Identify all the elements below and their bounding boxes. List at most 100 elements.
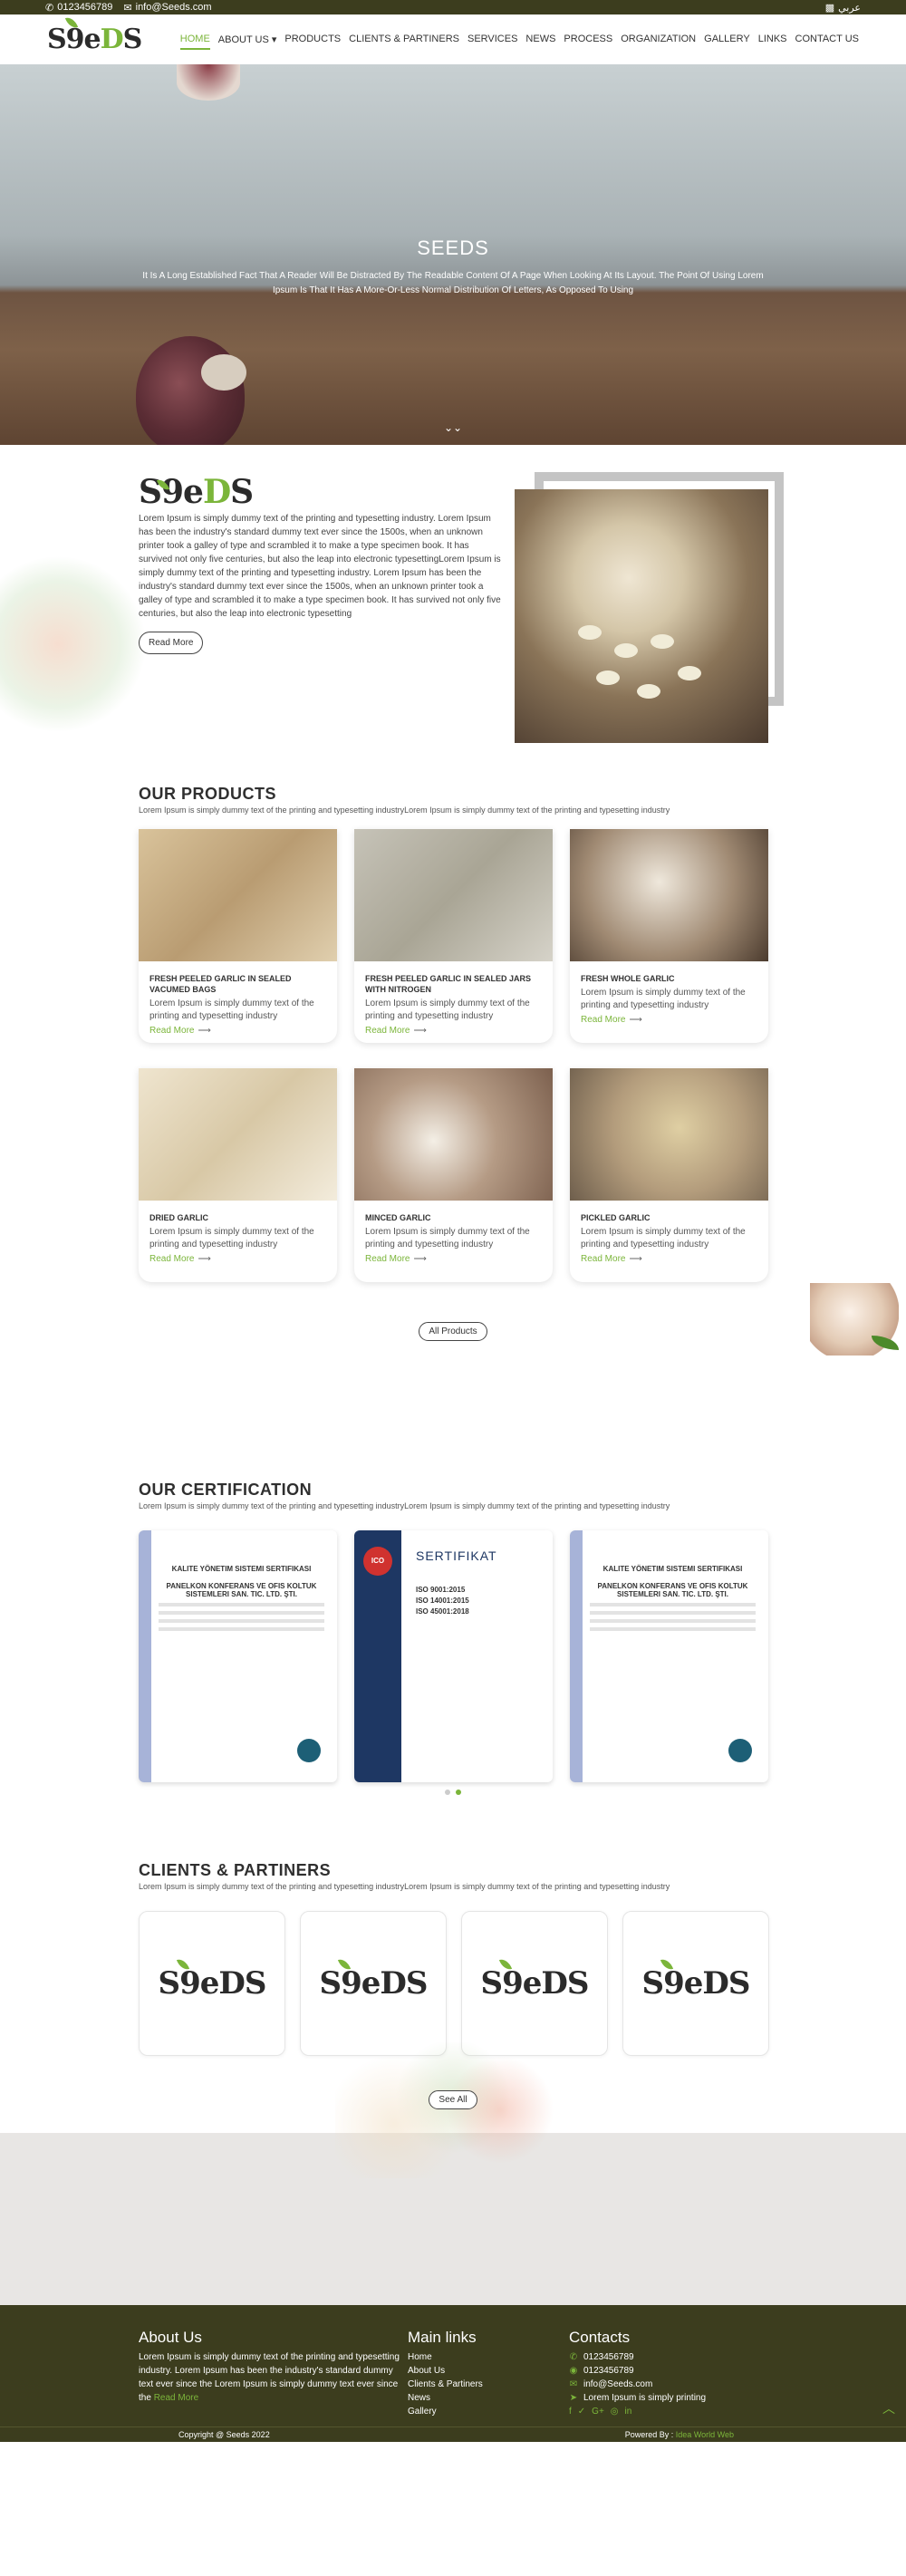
- footer-contacts-title: Contacts: [569, 2329, 631, 2346]
- nav-products[interactable]: PRODUCTS: [284, 30, 341, 50]
- certificate-card[interactable]: KALITE YÖNETIM SISTEMI SERTIFIKASI PANEL…: [139, 1530, 337, 1782]
- certificate-seal-icon: [297, 1739, 321, 1762]
- product-read-more[interactable]: Read More ⟶: [149, 1254, 326, 1264]
- certificate-card[interactable]: ICO SERTIFIKAT ISO 9001:2015 ISO 14001:2…: [354, 1530, 553, 1782]
- powered-by-link[interactable]: Idea World Web: [676, 2430, 734, 2439]
- hero-garlic-clove-image: [201, 354, 246, 391]
- arrow-right-icon: ⟶: [413, 1026, 427, 1036]
- garlic-photo: [515, 489, 768, 743]
- nav-services[interactable]: SERVICES: [467, 30, 517, 50]
- main-nav: HOME ABOUT US ▾ PRODUCTS CLIENTS & PARTI…: [179, 30, 860, 50]
- product-card[interactable]: FRESH PEELED GARLIC IN SEALED JARS WITH …: [354, 829, 553, 1043]
- product-card[interactable]: MINCED GARLIC Lorem Ipsum is simply dumm…: [354, 1068, 553, 1282]
- linkedin-icon[interactable]: in: [625, 2405, 632, 2418]
- iso-line: ISO 45001:2018: [416, 1607, 469, 1616]
- iso-line: ISO 14001:2015: [416, 1597, 469, 1605]
- nav-process[interactable]: PROCESS: [564, 30, 612, 50]
- location-arrow-icon: ➤: [569, 2393, 578, 2403]
- product-read-more[interactable]: Read More ⟶: [149, 1026, 326, 1036]
- scroll-down-icon[interactable]: ⌄⌄: [444, 421, 462, 434]
- carousel-dot-active[interactable]: [456, 1790, 461, 1795]
- products-title: OUR PRODUCTS: [139, 785, 277, 803]
- certificate-title: SERTIFIKAT: [416, 1548, 497, 1563]
- facebook-icon[interactable]: f: [569, 2405, 572, 2418]
- nav-home[interactable]: HOME: [179, 30, 210, 50]
- topbar-email[interactable]: ✉ info@Seeds.com: [123, 2, 211, 14]
- footer-link-home[interactable]: Home: [408, 2350, 569, 2364]
- certificate-card[interactable]: KALITE YÖNETIM SISTEMI SERTIFIKASI PANEL…: [570, 1530, 768, 1782]
- clients-row: S9e D S S9e D S S9e D S S9e D S: [139, 1911, 769, 2056]
- footer-link-about[interactable]: About Us: [408, 2364, 569, 2378]
- see-all-button[interactable]: See All: [429, 2090, 477, 2109]
- client-card[interactable]: S9e D S: [622, 1911, 769, 2056]
- about-read-more-button[interactable]: Read More: [139, 632, 204, 654]
- product-card[interactable]: DRIED GARLIC Lorem Ipsum is simply dummy…: [139, 1068, 337, 1282]
- product-card[interactable]: FRESH WHOLE GARLIC Lorem Ipsum is simply…: [570, 829, 768, 1043]
- product-image: [570, 829, 768, 961]
- vegetables-background: [0, 554, 145, 735]
- back-to-top-icon[interactable]: ︿: [882, 2399, 895, 2417]
- product-read-more[interactable]: Read More ⟶: [581, 1254, 757, 1264]
- divider: [159, 1611, 324, 1615]
- product-read-more[interactable]: Read More ⟶: [365, 1026, 542, 1036]
- client-card[interactable]: S9e D S: [139, 1911, 285, 2056]
- nav-links[interactable]: LINKS: [758, 30, 787, 50]
- topbar-phone[interactable]: ✆ 0123456789: [45, 2, 112, 14]
- divider: [590, 1619, 756, 1623]
- client-card[interactable]: S9e D S: [300, 1911, 447, 2056]
- footer-link-gallery[interactable]: Gallery: [408, 2405, 569, 2418]
- product-read-more[interactable]: Read More ⟶: [581, 1015, 757, 1025]
- twitter-icon[interactable]: ✓: [578, 2405, 585, 2418]
- topbar-phone-text: 0123456789: [57, 2, 113, 13]
- footer-link-news[interactable]: News: [408, 2391, 569, 2405]
- language-switch[interactable]: ▩ عربي: [825, 2, 861, 14]
- product-title: FRESH PEELED GARLIC IN SEALED VACUMED BA…: [149, 974, 292, 994]
- nav-organization[interactable]: ORGANIZATION: [621, 30, 696, 50]
- product-desc: Lorem Ipsum is simply dummy text of the …: [581, 1227, 746, 1249]
- client-logo: S9e D S: [320, 1956, 428, 2002]
- certification-subtitle: Lorem Ipsum is simply dummy text of the …: [139, 1501, 670, 1510]
- site-logo[interactable]: S9e D S: [47, 14, 142, 55]
- product-card[interactable]: FRESH PEELED GARLIC IN SEALED VACUMED BA…: [139, 829, 337, 1043]
- nav-clients[interactable]: CLIENTS & PARTINERS: [349, 30, 459, 50]
- client-logo: S9e D S: [642, 1956, 750, 2002]
- product-image: [139, 1068, 337, 1201]
- clients-title: CLIENTS & PARTINERS: [139, 1861, 332, 1879]
- nav-news[interactable]: NEWS: [525, 30, 555, 50]
- google-plus-icon[interactable]: G+: [592, 2405, 604, 2418]
- client-card[interactable]: S9e D S: [461, 1911, 608, 2056]
- product-image: [354, 829, 553, 961]
- footer: About Us Lorem Ipsum is simply dummy tex…: [0, 2305, 906, 2426]
- copyright-text: Copyright @ Seeds 2022: [178, 2430, 270, 2439]
- arrow-right-icon: ⟶: [198, 1026, 211, 1036]
- hero-banner: SEEDS It Is A Long Established Fact That…: [0, 64, 906, 445]
- footer-whatsapp[interactable]: ◉ 0123456789: [569, 2364, 706, 2378]
- iso-line: ISO 9001:2015: [416, 1586, 466, 1594]
- footer-read-more[interactable]: Read More: [154, 2393, 198, 2403]
- certificate-stripe: [570, 1530, 583, 1782]
- copyright-bar: Copyright @ Seeds 2022 Powered By : Idea…: [0, 2426, 906, 2442]
- client-logo: S9e D S: [481, 1956, 589, 2002]
- footer-link-clients[interactable]: Clients & Partiners: [408, 2378, 569, 2391]
- product-image: [354, 1068, 553, 1201]
- nav-gallery[interactable]: GALLERY: [704, 30, 750, 50]
- navbar: S9e D S HOME ABOUT US ▾ PRODUCTS CLIENTS &…: [0, 14, 906, 64]
- certification-section: OUR CERTIFICATION Lorem Ipsum is simply …: [0, 1481, 906, 1861]
- product-card[interactable]: PICKLED GARLIC Lorem Ipsum is simply dum…: [570, 1068, 768, 1282]
- social-links: f ✓ G+ ◎ in: [569, 2405, 706, 2418]
- about-section: S9e D S Lorem Ipsum is simply dummy text o…: [0, 445, 906, 785]
- certificate-stripe: [139, 1530, 151, 1782]
- top-bar: ✆ 0123456789 ✉ info@Seeds.com ▩ عربي: [0, 0, 906, 14]
- footer-address: ➤ Lorem Ipsum is simply printing: [569, 2393, 707, 2403]
- all-products-button[interactable]: All Products: [419, 1322, 487, 1341]
- product-title: PICKLED GARLIC: [581, 1213, 651, 1222]
- arrow-right-icon: ⟶: [629, 1254, 642, 1264]
- about-logo: S9e D S: [139, 473, 254, 511]
- carousel-dot[interactable]: [445, 1790, 450, 1795]
- product-read-more[interactable]: Read More ⟶: [365, 1254, 542, 1264]
- nav-about-us[interactable]: ABOUT US ▾: [218, 30, 277, 50]
- footer-email[interactable]: ✉ info@Seeds.com: [569, 2378, 706, 2391]
- footer-phone[interactable]: ✆ 0123456789: [569, 2350, 706, 2364]
- instagram-icon[interactable]: ◎: [611, 2405, 619, 2418]
- nav-contact-us[interactable]: CONTACT US: [795, 30, 860, 50]
